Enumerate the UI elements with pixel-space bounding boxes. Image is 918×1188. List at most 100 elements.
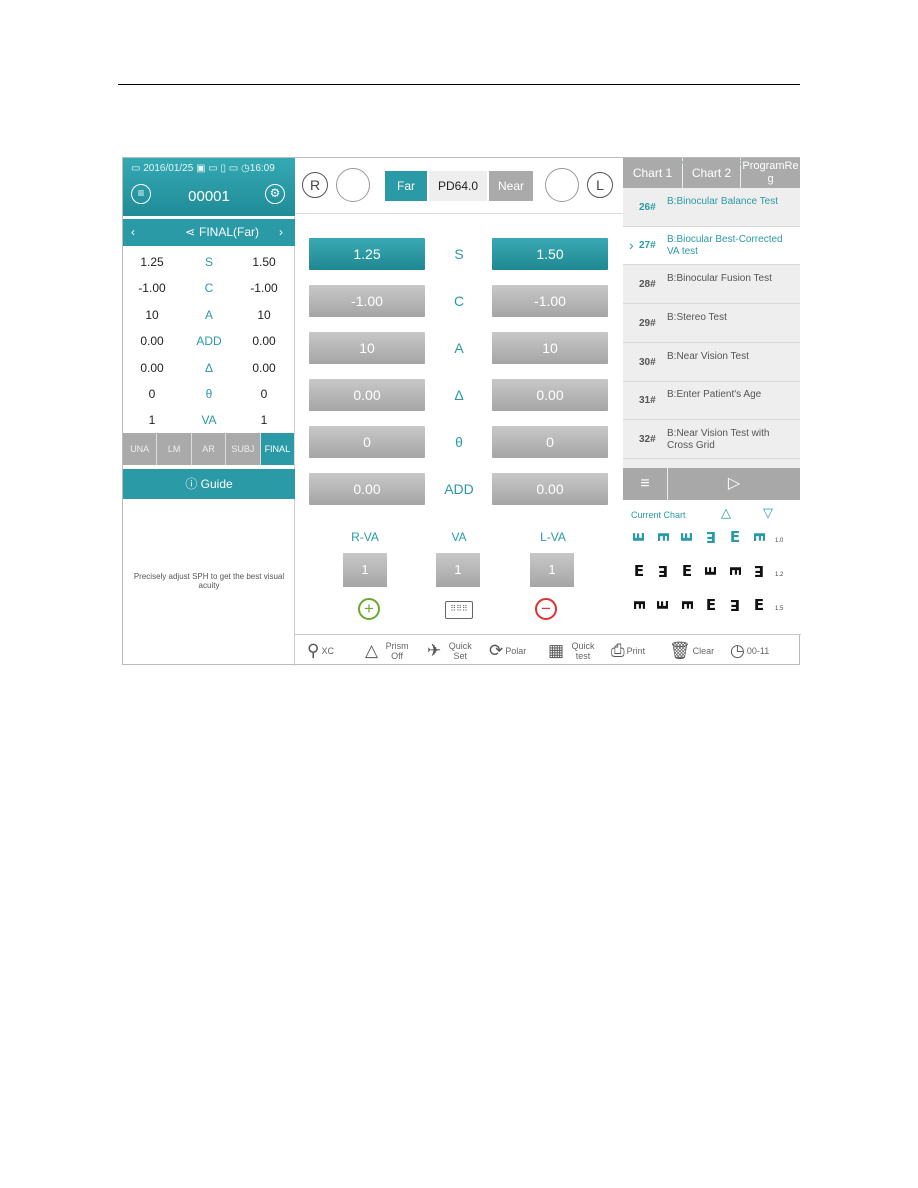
program-item[interactable]: 26# B:Binocular Balance Test [623, 189, 800, 227]
selected-arrow-icon: › [629, 237, 634, 254]
toolbar-quick-test[interactable]: ▦ Quick test [548, 638, 600, 664]
toolbar-polar[interactable]: ⟳ Polar [489, 638, 526, 664]
right-panel: 25#L:Best-Corrected VA Test26#B:Binocula… [623, 158, 800, 634]
left-Δ-value[interactable]: 0.00 [492, 379, 608, 411]
right-value: 1.25 [140, 255, 164, 269]
toolbar-prism-off[interactable]: △ Prism Off [365, 638, 414, 664]
tumbling-e-optotype: E [750, 531, 768, 543]
item-title: B:Enter Patient's Age [667, 389, 762, 401]
chart-size: 1.0 [775, 538, 784, 544]
divider [295, 213, 623, 214]
tumbling-e-optotype: E [654, 531, 672, 543]
tumbling-e-optotype: E [753, 596, 765, 614]
list-icon[interactable]: ≡ [623, 468, 667, 500]
plus-icon[interactable]: + [358, 598, 380, 620]
right-eye-occluder[interactable] [336, 168, 370, 202]
far-button[interactable]: Far [385, 171, 427, 201]
chart-row: E E E E E E 1.2 [627, 562, 797, 581]
near-button[interactable]: Near [489, 171, 533, 201]
date: 2016/01/25 [143, 163, 194, 174]
tab-program-reg[interactable]: ProgramReg [741, 158, 800, 188]
tab-chart-1[interactable]: Chart 1 [623, 158, 682, 188]
left-S-value[interactable]: 1.50 [492, 238, 608, 270]
right-A-value[interactable]: 10 [309, 332, 425, 364]
left-eye-occluder[interactable] [545, 168, 579, 202]
program-item[interactable]: 29# B:Stereo Test [623, 305, 800, 343]
item-number: 32# [639, 433, 656, 445]
mode-tab-una[interactable]: UNA [123, 433, 158, 465]
keyboard-icon[interactable]: ⠿⠿⠿ [445, 601, 473, 619]
item-number: 26# [639, 201, 656, 213]
prev-icon[interactable]: ‹ [131, 225, 135, 239]
right-eye-button[interactable]: R [302, 172, 328, 198]
summary-row: 10 A 10 [123, 303, 295, 329]
toolbar-clear[interactable]: 🗑 Clear [669, 638, 714, 664]
right-value: 0.00 [140, 360, 164, 375]
toolbar-label: Polar [505, 646, 527, 656]
minus-icon[interactable]: − [535, 598, 557, 620]
right-Δ-value[interactable]: 0.00 [309, 379, 425, 411]
toolbar-xc[interactable]: ⚲ XC [307, 638, 334, 664]
right-ADD-value[interactable]: 0.00 [309, 473, 425, 505]
mode-tabs: UNA LM AR SUBJ FINAL [123, 433, 296, 465]
next-icon[interactable]: › [279, 225, 283, 239]
toolbar-print[interactable]: ⎙ Print [611, 638, 645, 664]
left-eye-button[interactable]: L [587, 172, 613, 198]
chart-up-icon[interactable]: △ [721, 505, 731, 521]
chart-down-icon[interactable]: ▽ [763, 505, 773, 521]
current-chart-label: Current Chart [631, 510, 686, 520]
tumbling-e-optotype: E [630, 599, 648, 611]
item-title: B:Stereo Test [667, 311, 727, 323]
left-C-value[interactable]: -1.00 [492, 285, 608, 317]
pd-value[interactable]: PD64.0 [429, 171, 487, 201]
toolbar-quick-set[interactable]: ✈ Quick Set [427, 638, 477, 664]
guide-button[interactable]: ⓘ Guide [123, 469, 295, 499]
left-θ-value[interactable]: 0 [492, 426, 608, 458]
left-value: -1.00 [250, 281, 278, 296]
tab-chart-2[interactable]: Chart 2 [683, 158, 740, 188]
l-va-button[interactable]: 1 [530, 553, 574, 587]
program-item[interactable]: 31# B:Enter Patient's Age [623, 382, 800, 421]
l-va-label: L-VA [540, 530, 566, 544]
param-label: A [454, 340, 464, 356]
va-button[interactable]: 1 [436, 553, 480, 587]
left-A-value[interactable]: 10 [492, 332, 608, 364]
program-item[interactable]: › 27# B:Biocular Best-Corrected VA test [623, 227, 800, 266]
settings-icon[interactable]: ⚙ [265, 184, 285, 204]
row-label: VA [201, 413, 217, 428]
row-label: A [204, 307, 213, 322]
row-label: Δ [204, 360, 213, 375]
mode-tab-final[interactable]: FINAL [260, 433, 296, 465]
chart-row: E E E E E E 1.5 [627, 596, 797, 615]
mode-tab-lm[interactable]: LM [157, 433, 192, 465]
mode-tab-ar[interactable]: AR [191, 433, 227, 465]
left-ADD-value[interactable]: 0.00 [492, 473, 608, 505]
toolbar-00-11[interactable]: ◷ 00-11 [730, 638, 769, 664]
program-item[interactable]: 30# B:Near Vision Test [623, 344, 800, 382]
r-va-button[interactable]: 1 [343, 553, 387, 587]
play-icon[interactable]: ▷ [668, 468, 800, 500]
program-item[interactable]: 28# B:Binocular Fusion Test [623, 266, 800, 305]
right-value: -1.00 [138, 281, 166, 296]
item-number: 27# [639, 240, 656, 252]
mode-tab-subj[interactable]: SUBJ [226, 433, 261, 465]
tumbling-e-optotype: E [678, 599, 696, 611]
program-item[interactable]: 32# B:Near Vision Test with Cross Grid [623, 421, 800, 459]
summary-row: 0.00 Δ 0.00 [123, 356, 295, 382]
summary-row: 1.25 S 1.50 [123, 250, 295, 276]
param-label: C [453, 293, 465, 309]
right-θ-value[interactable]: 0 [309, 426, 425, 458]
summary-row: 0 θ 0 [123, 382, 295, 408]
param-label: S [454, 246, 464, 262]
item-number: 28# [639, 279, 656, 291]
right-value: 0 [148, 387, 156, 401]
magnifier-icon: ⚲ [307, 641, 320, 660]
tumbling-e-optotype: E [726, 565, 744, 577]
va-label: VA [451, 530, 467, 544]
right-C-value[interactable]: -1.00 [309, 285, 425, 317]
trash-icon: 🗑 [669, 641, 691, 660]
right-S-value[interactable]: 1.25 [309, 238, 425, 270]
row-label: C [204, 281, 214, 296]
status-header: ▭ 2016/01/25 ▣ ▭ ▯ ▭ ◷16:09 ≡ 00001 ⚙ [123, 158, 295, 216]
share-icon: ⋖ [185, 225, 196, 239]
